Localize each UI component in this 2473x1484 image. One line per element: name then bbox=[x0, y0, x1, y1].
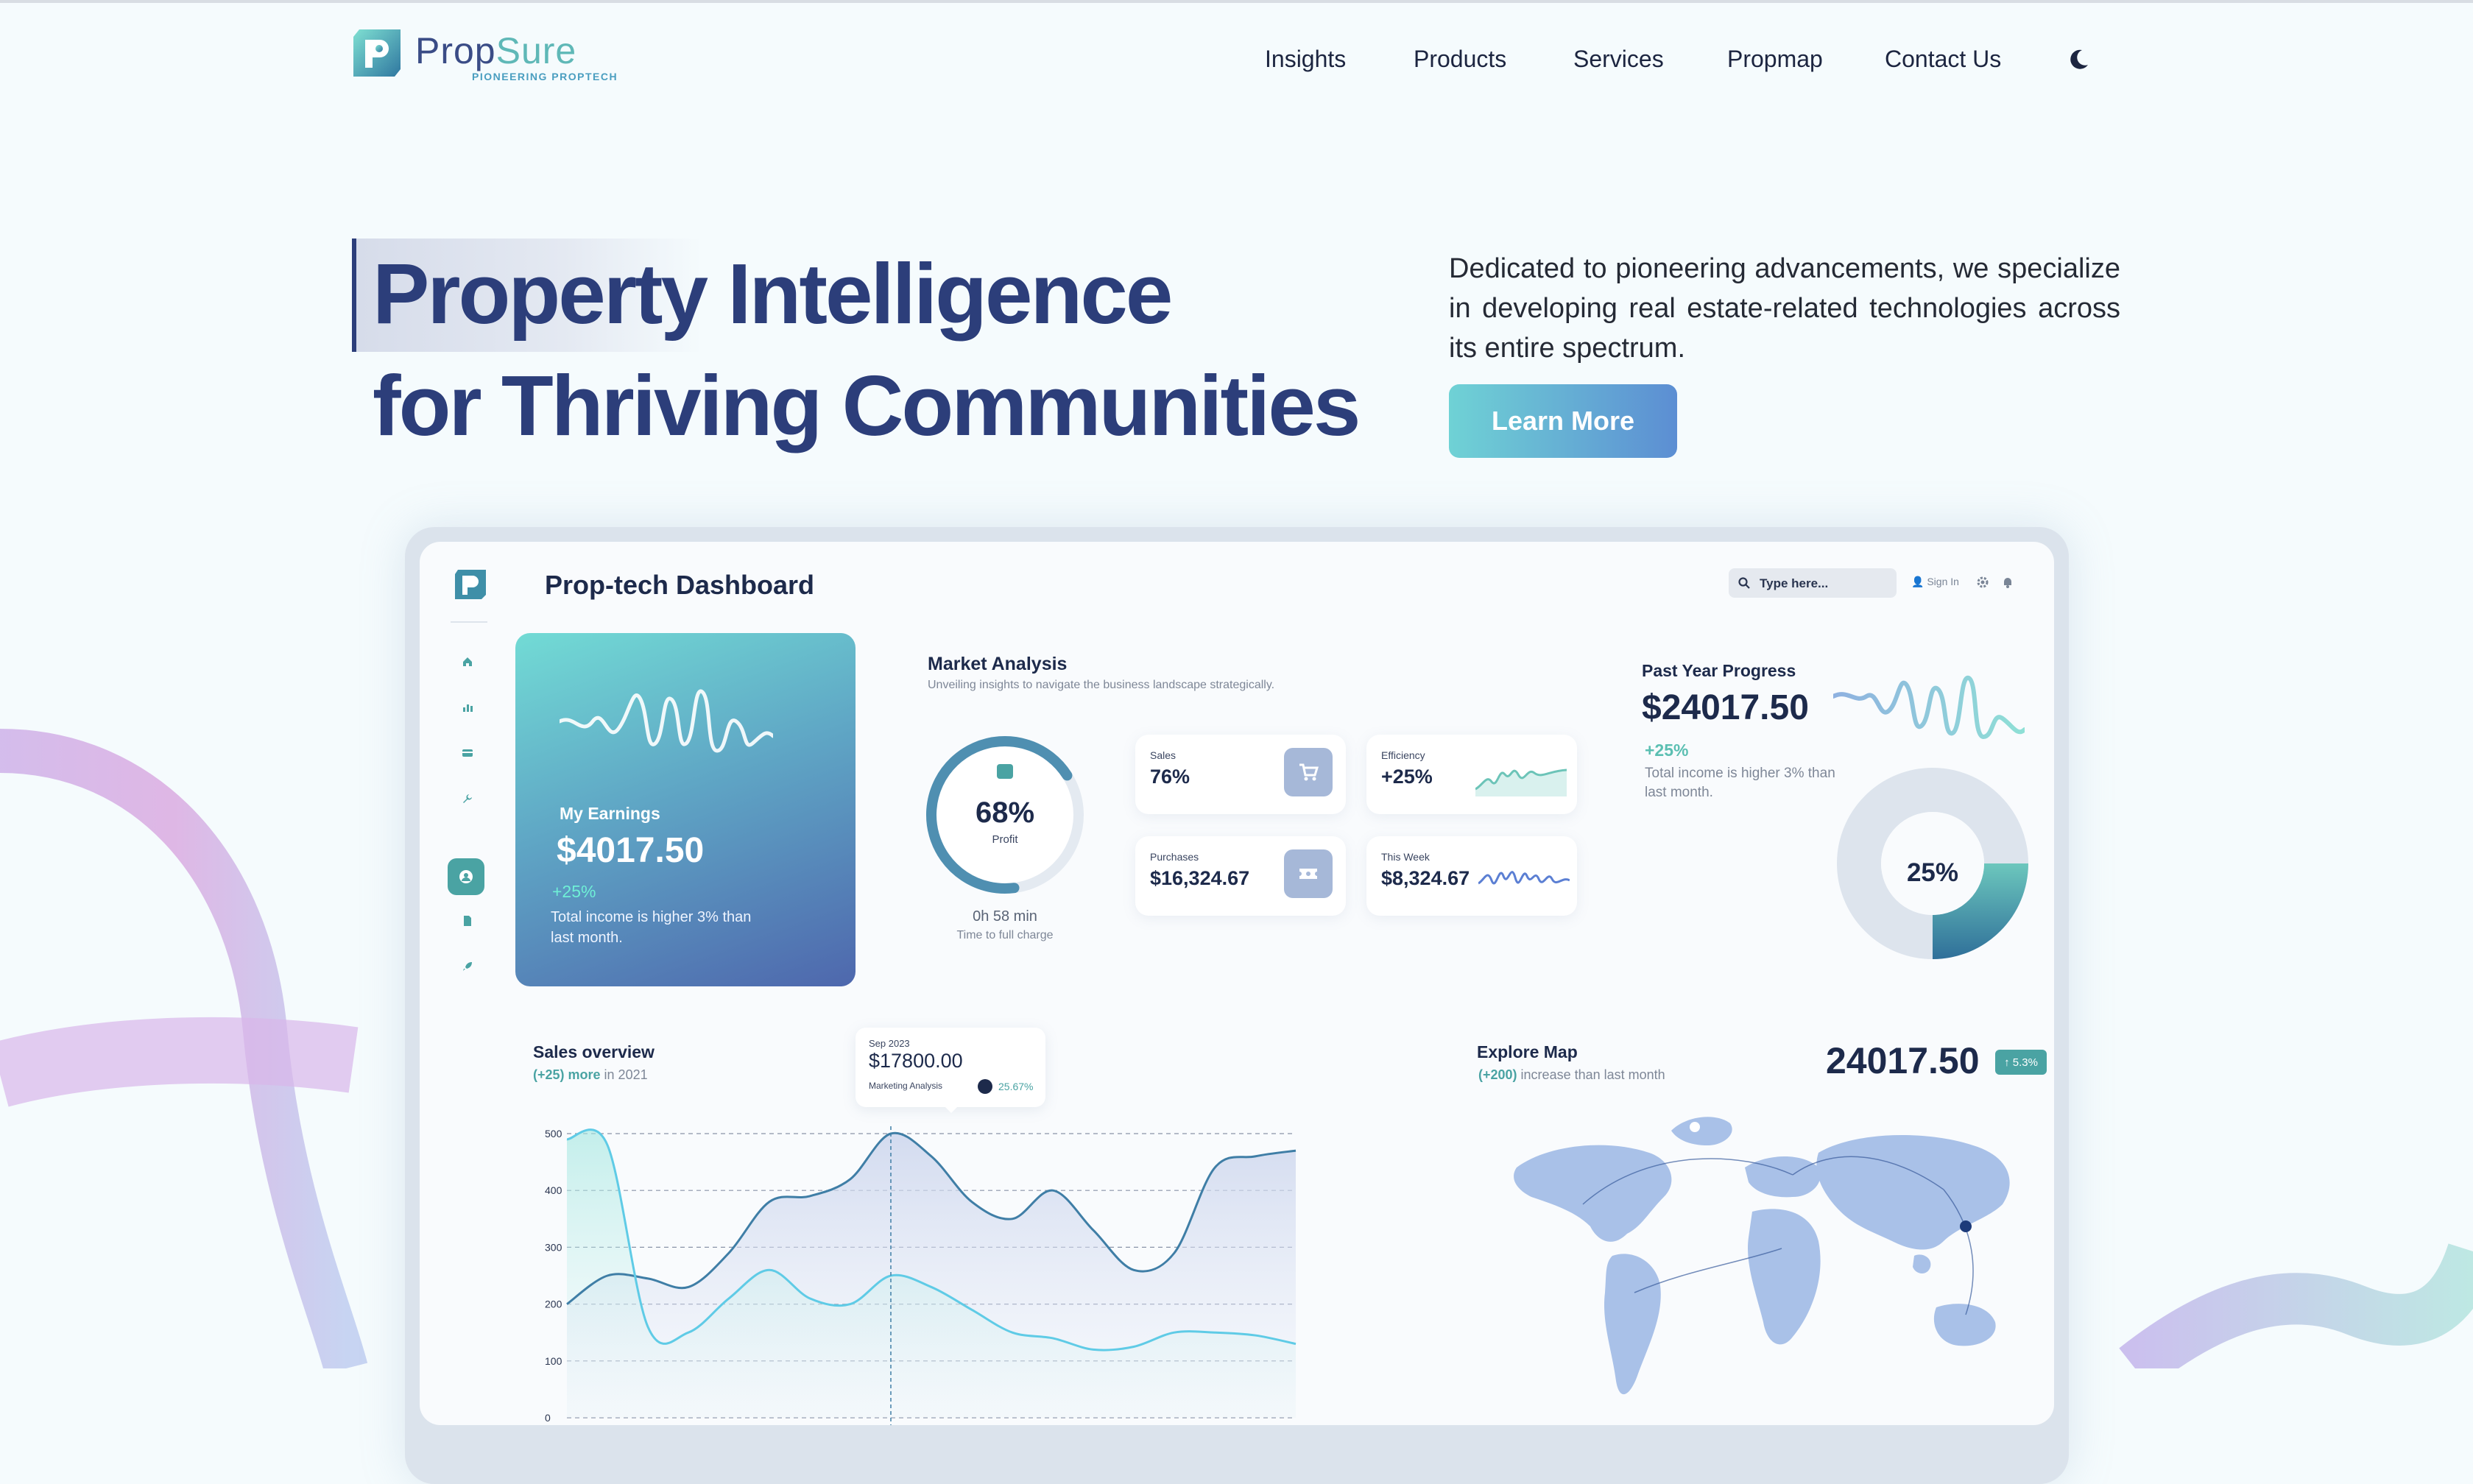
past-year-change: +25% bbox=[1645, 741, 1689, 760]
stat-card-efficiency[interactable]: Efficiency +25% bbox=[1366, 735, 1577, 814]
explore-map-subtitle: (+200) increase than last month bbox=[1478, 1067, 1665, 1082]
explore-map-badge: ↑ 5.3% bbox=[1995, 1050, 2047, 1075]
past-year-note: Total income is higher 3% than last mont… bbox=[1645, 766, 1835, 800]
learn-more-button[interactable]: Learn More bbox=[1449, 384, 1677, 458]
nav-insights[interactable]: Insights bbox=[1265, 46, 1346, 73]
dashboard-screen: Prop-tech Dashboard 👤 Sign In My Earning… bbox=[420, 542, 2054, 1425]
top-border bbox=[0, 0, 2473, 3]
tooltip-value: $17800.00 bbox=[869, 1050, 963, 1072]
earnings-note: Total income is higher 3% than last mont… bbox=[551, 909, 752, 946]
tooltip-pointer bbox=[944, 1106, 959, 1113]
past-year-title: Past Year Progress bbox=[1642, 661, 1796, 680]
card-icon bbox=[462, 749, 473, 757]
ticket-icon bbox=[1284, 849, 1333, 898]
brand-logo[interactable]: PropSure PIONEERING PROPTECH bbox=[352, 28, 617, 82]
stat-label: Purchases bbox=[1150, 851, 1199, 863]
stat-value: $8,324.67 bbox=[1381, 867, 1470, 889]
wrench-icon bbox=[463, 794, 472, 803]
sales-overview-subtitle: (+25) more in 2021 bbox=[533, 1067, 648, 1082]
user-icon bbox=[459, 870, 473, 883]
rocket-icon bbox=[463, 962, 472, 971]
dark-mode-moon-icon[interactable] bbox=[2066, 47, 2091, 72]
past-year-wave-graphic bbox=[1833, 676, 2025, 740]
document-icon bbox=[464, 916, 471, 926]
earnings-card: My Earnings $4017.50 +25% Total income i… bbox=[515, 633, 856, 986]
bar-chart-icon bbox=[463, 704, 473, 712]
bell-icon[interactable] bbox=[2001, 576, 2014, 589]
stat-card-sales[interactable]: Sales 76% bbox=[1135, 735, 1346, 814]
sales-tooltip: Sep 2023 $17800.00 Marketing Analysis 25… bbox=[856, 1028, 1045, 1113]
stat-card-this-week[interactable]: This Week $8,324.67 bbox=[1366, 836, 1577, 916]
search-icon bbox=[1738, 577, 1750, 589]
gear-icon[interactable] bbox=[1976, 576, 1989, 589]
home-icon bbox=[463, 657, 472, 666]
sidebar-stats[interactable] bbox=[456, 696, 479, 718]
dashboard-title: Prop-tech Dashboard bbox=[545, 570, 815, 600]
chart-icon bbox=[997, 764, 1013, 779]
stat-value: $16,324.67 bbox=[1150, 867, 1250, 889]
hero-heading-line2: for Thriving Communities bbox=[373, 358, 1361, 453]
sidebar-home[interactable] bbox=[456, 651, 479, 673]
y-tick-label: 0 bbox=[545, 1412, 551, 1424]
earnings-label: My Earnings bbox=[560, 804, 660, 823]
stat-value: 76% bbox=[1150, 766, 1190, 788]
logo-mark-icon bbox=[353, 29, 401, 77]
sidebar-billing[interactable] bbox=[456, 742, 479, 764]
nav-contact-us[interactable]: Contact Us bbox=[1885, 46, 2001, 73]
tooltip-label: Marketing Analysis bbox=[869, 1081, 943, 1091]
sidebar-divider bbox=[451, 621, 487, 623]
explore-map-value: 24017.50 bbox=[1826, 1040, 1980, 1081]
tooltip-date: Sep 2023 bbox=[869, 1038, 910, 1049]
sidebar-tools[interactable] bbox=[456, 788, 479, 810]
nav-services[interactable]: Services bbox=[1573, 46, 1664, 73]
stat-label: Sales bbox=[1150, 749, 1176, 761]
stat-label: Efficiency bbox=[1381, 749, 1425, 761]
market-analysis-title: Market Analysis bbox=[928, 654, 1068, 674]
stat-value: +25% bbox=[1381, 766, 1433, 788]
earnings-change: +25% bbox=[552, 882, 596, 901]
past-year-value: $24017.50 bbox=[1642, 688, 1809, 727]
sign-in-link[interactable]: 👤 Sign In bbox=[1911, 576, 1959, 588]
hero-heading-line1: Property Intelligence bbox=[373, 246, 1173, 342]
efficiency-sparkline bbox=[1475, 768, 1567, 796]
market-analysis-subtitle: Unveiling insights to navigate the busin… bbox=[928, 679, 1275, 691]
tooltip-percent: 25.67% bbox=[998, 1081, 1034, 1092]
y-tick-label: 300 bbox=[545, 1241, 562, 1253]
donut-value: 25% bbox=[1906, 858, 1959, 887]
nav-products[interactable]: Products bbox=[1414, 46, 1506, 73]
stat-card-purchases[interactable]: Purchases $16,324.67 bbox=[1135, 836, 1346, 916]
this-week-sparkline bbox=[1478, 871, 1570, 885]
sidebar-profile-active[interactable] bbox=[448, 858, 484, 895]
world-map[interactable] bbox=[1502, 1101, 2032, 1425]
nav-propmap[interactable]: Propmap bbox=[1727, 46, 1823, 73]
dashboard-logo-icon bbox=[455, 570, 486, 599]
dashboard-search[interactable] bbox=[1729, 568, 1897, 598]
sales-overview-title: Sales overview bbox=[533, 1042, 655, 1061]
sales-overview-chart: 0 100 200 300 400 500 bbox=[545, 1126, 1297, 1425]
earnings-wave-graphic bbox=[560, 689, 773, 753]
earnings-value: $4017.50 bbox=[557, 831, 705, 870]
cart-icon bbox=[1284, 748, 1333, 796]
y-tick-label: 200 bbox=[545, 1298, 562, 1310]
gauge-value: 68% bbox=[975, 796, 1035, 829]
y-tick-label: 100 bbox=[545, 1355, 562, 1367]
sidebar-documents[interactable] bbox=[456, 910, 479, 932]
brand-tagline: PIONEERING PROPTECH bbox=[472, 71, 618, 82]
brand-name: PropSure bbox=[415, 30, 577, 71]
y-tick-label: 500 bbox=[545, 1128, 562, 1140]
charge-time-value: 0h 58 min bbox=[973, 908, 1037, 925]
sidebar-launch[interactable] bbox=[456, 955, 479, 978]
search-input[interactable] bbox=[1758, 573, 1891, 595]
y-tick-label: 400 bbox=[545, 1184, 562, 1196]
hero-description: Dedicated to pioneering advancements, we… bbox=[1449, 253, 2120, 364]
stat-label: This Week bbox=[1381, 851, 1430, 863]
charge-time-label: Time to full charge bbox=[956, 929, 1054, 941]
gauge-label: Profit bbox=[992, 833, 1018, 846]
map-pin-icon[interactable] bbox=[1960, 1220, 1972, 1232]
explore-map-title: Explore Map bbox=[1477, 1042, 1578, 1061]
trend-arrow-icon bbox=[978, 1079, 992, 1094]
